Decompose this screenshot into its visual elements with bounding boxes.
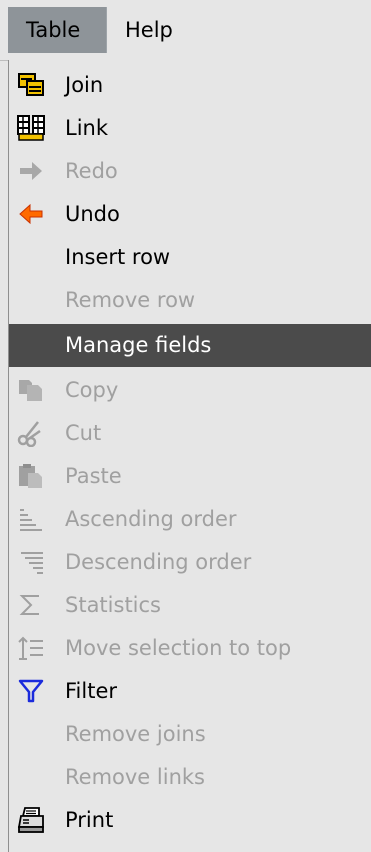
menu-help[interactable]: Help: [125, 7, 173, 53]
menu-item-descending-order-label: Descending order: [65, 550, 252, 574]
move-to-top-icon: [17, 634, 45, 662]
paste-icon: [17, 462, 45, 490]
printer-icon: [17, 806, 45, 834]
menu-item-link-label: Link: [65, 116, 109, 140]
sigma-icon: [17, 591, 45, 619]
menu-item-print-label: Print: [65, 808, 114, 832]
menu-item-remove-links-label: Remove links: [65, 765, 205, 789]
scissors-icon: [17, 419, 45, 448]
menu-item-manage-fields[interactable]: Manage fields: [9, 324, 371, 367]
menu-item-undo[interactable]: Undo: [9, 193, 371, 236]
menu-item-redo[interactable]: Redo: [9, 150, 371, 193]
menu-item-remove-links[interactable]: Remove links: [9, 756, 371, 799]
menu-item-join-label: Join: [65, 73, 104, 97]
menu-item-copy[interactable]: Copy: [9, 369, 371, 412]
menu-item-manage-fields-label: Manage fields: [65, 333, 212, 357]
menu-item-remove-joins-label: Remove joins: [65, 722, 206, 746]
menu-item-descending-order[interactable]: Descending order: [9, 541, 371, 584]
menu-item-redo-label: Redo: [65, 159, 118, 183]
menu-bar: Table Help: [0, 0, 371, 61]
menu-item-filter[interactable]: Filter: [9, 670, 371, 713]
filter-icon: [17, 677, 45, 705]
menu-item-join[interactable]: Join: [9, 64, 371, 107]
menu-item-cut[interactable]: Cut: [9, 412, 371, 455]
menu-item-link[interactable]: Link: [9, 107, 371, 150]
menu-item-undo-label: Undo: [65, 202, 120, 226]
table-dropdown-menu: Join Link Redo Undo Insert row Remove ro…: [8, 60, 371, 852]
menu-item-cut-label: Cut: [65, 421, 102, 445]
sort-ascending-icon: [17, 505, 45, 533]
menu-help-label: Help: [125, 18, 173, 42]
menu-table[interactable]: Table: [8, 7, 107, 53]
menu-item-paste-label: Paste: [65, 464, 122, 488]
menu-item-remove-joins[interactable]: Remove joins: [9, 713, 371, 756]
menu-item-paste[interactable]: Paste: [9, 455, 371, 498]
menu-table-label: Table: [26, 18, 81, 42]
menu-item-move-selection-to-top-label: Move selection to top: [65, 636, 292, 660]
menu-item-statistics[interactable]: Statistics: [9, 584, 371, 627]
menu-item-insert-row[interactable]: Insert row: [9, 236, 371, 279]
undo-arrow-icon: [17, 200, 45, 228]
menu-item-statistics-label: Statistics: [65, 593, 161, 617]
menu-item-remove-row[interactable]: Remove row: [9, 279, 371, 322]
sort-descending-icon: [17, 548, 45, 576]
menu-item-ascending-order[interactable]: Ascending order: [9, 498, 371, 541]
copy-icon: [17, 376, 45, 404]
link-icon: [17, 114, 45, 142]
menu-item-remove-row-label: Remove row: [65, 288, 196, 312]
menu-item-print[interactable]: Print: [9, 799, 371, 842]
menu-item-copy-label: Copy: [65, 378, 119, 402]
join-icon: [17, 71, 45, 99]
menu-item-move-selection-to-top[interactable]: Move selection to top: [9, 627, 371, 670]
menu-item-filter-label: Filter: [65, 679, 118, 703]
menu-item-insert-row-label: Insert row: [65, 245, 171, 269]
redo-arrow-icon: [17, 157, 45, 185]
menu-item-ascending-order-label: Ascending order: [65, 507, 237, 531]
